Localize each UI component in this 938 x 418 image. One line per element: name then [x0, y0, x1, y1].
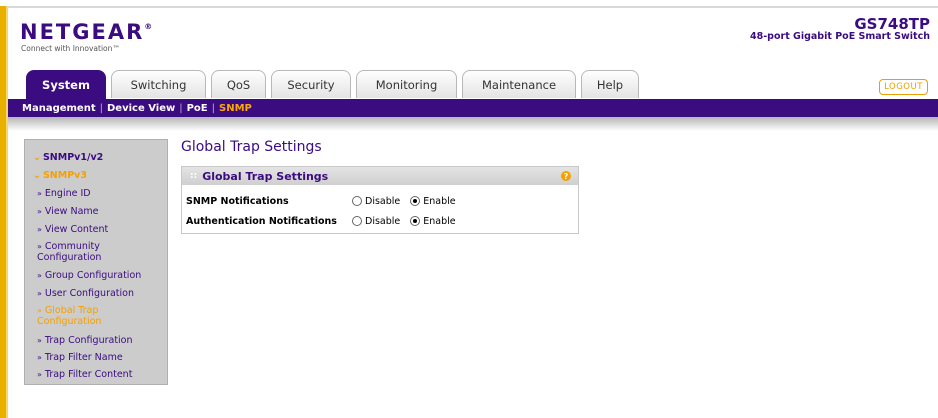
sidebar-item-snmpv1v2[interactable]: ⌄ SNMPv1/v2: [33, 152, 103, 163]
tab-system[interactable]: System: [26, 70, 106, 99]
subnav-separator: |: [99, 102, 103, 114]
arrow-icon: »: [37, 289, 42, 298]
header-shadow: [8, 117, 938, 131]
grip-icon: ::: [190, 171, 198, 181]
authentication-notifications-label: Authentication Notifications: [186, 215, 337, 227]
sidebar-item-view-name[interactable]: » View Name: [37, 206, 99, 217]
tagline: Connect with Innovation™: [21, 44, 120, 53]
subnav-separator: |: [179, 102, 183, 114]
subnav-separator: |: [211, 102, 215, 114]
page-title: Global Trap Settings: [181, 139, 322, 155]
chevron-down-icon: ⌄: [33, 170, 41, 181]
snmp-notifications-row: SNMP Notifications Disable Enable: [186, 193, 466, 209]
sidebar-item-community-configuration[interactable]: » Community Configuration: [37, 241, 101, 263]
authentication-notifications-enable-option[interactable]: Enable: [410, 216, 456, 227]
subnav-management[interactable]: Management: [22, 103, 96, 114]
tab-monitoring[interactable]: Monitoring: [356, 70, 457, 98]
sub-navigation: Management | Device View | PoE | SNMP: [8, 99, 938, 117]
panel-header: :: Global Trap Settings: [182, 167, 578, 185]
sidebar-item-group-configuration[interactable]: » Group Configuration: [37, 270, 141, 281]
model-description: 48-port Gigabit PoE Smart Switch: [750, 31, 930, 42]
snmp-notifications-disable-radio[interactable]: [352, 196, 362, 206]
authentication-notifications-row: Authentication Notifications Disable Ena…: [186, 213, 466, 229]
authentication-notifications-disable-option[interactable]: Disable: [352, 216, 400, 227]
arrow-icon: »: [37, 242, 42, 251]
tab-switching[interactable]: Switching: [111, 70, 206, 98]
subnav-snmp[interactable]: SNMP: [219, 103, 252, 114]
arrow-icon: »: [37, 353, 42, 362]
subnav-device-view[interactable]: Device View: [107, 103, 175, 114]
tab-maintenance[interactable]: Maintenance: [462, 70, 576, 98]
netgear-logo[interactable]: NETGEAR®: [20, 20, 152, 44]
panel-title: Global Trap Settings: [202, 169, 329, 183]
snmp-notifications-enable-radio[interactable]: [410, 196, 421, 206]
snmp-notifications-enable-option[interactable]: Enable: [410, 196, 456, 207]
snmp-notifications-label: SNMP Notifications: [186, 195, 289, 207]
sidebar-item-trap-configuration[interactable]: » Trap Configuration: [37, 335, 133, 346]
sidebar-item-trap-filter-name[interactable]: » Trap Filter Name: [37, 352, 123, 363]
sidebar-item-engine-id[interactable]: » Engine ID: [37, 188, 91, 199]
main-tabs: System Switching QoS Security Monitoring…: [26, 70, 644, 99]
global-trap-settings-panel: :: Global Trap Settings ? SNMP Notificat…: [181, 166, 579, 234]
authentication-notifications-enable-radio[interactable]: [410, 216, 421, 226]
help-icon[interactable]: ?: [561, 171, 571, 181]
arrow-icon: »: [37, 189, 42, 198]
sidebar: ⌄ SNMPv1/v2 ⌄ SNMPv3 » Engine ID » View Name…: [24, 139, 168, 385]
tab-help[interactable]: Help: [581, 70, 639, 98]
arrow-icon: »: [37, 336, 42, 345]
sidebar-item-trap-filter-content[interactable]: » Trap Filter Content: [37, 369, 132, 380]
authentication-notifications-disable-radio[interactable]: [352, 216, 362, 226]
logout-button[interactable]: LOGOUT: [879, 79, 928, 95]
sidebar-item-view-content[interactable]: » View Content: [37, 224, 108, 235]
tab-qos[interactable]: QoS: [211, 70, 266, 98]
sidebar-item-snmpv3[interactable]: ⌄ SNMPv3: [33, 170, 87, 181]
arrow-icon: »: [37, 306, 42, 315]
arrow-icon: »: [37, 225, 42, 234]
subnav-poe[interactable]: PoE: [187, 103, 208, 114]
tab-security[interactable]: Security: [271, 70, 351, 98]
page-header: NETGEAR® Connect with Innovation™ GS748T…: [8, 6, 938, 68]
snmp-notifications-disable-option[interactable]: Disable: [352, 196, 400, 207]
arrow-icon: »: [37, 207, 42, 216]
arrow-icon: »: [37, 271, 42, 280]
chevron-down-icon: ⌄: [33, 152, 41, 163]
sidebar-item-global-trap-configuration[interactable]: » Global Trap Configuration: [37, 305, 101, 327]
arrow-icon: »: [37, 370, 42, 379]
sidebar-item-user-configuration[interactable]: » User Configuration: [37, 288, 134, 299]
